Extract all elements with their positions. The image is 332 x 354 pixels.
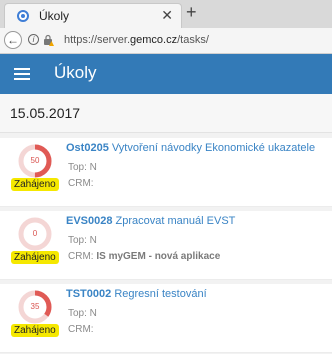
info-icon[interactable]: i bbox=[28, 34, 39, 45]
url-field[interactable]: https://server.gemco.cz/tasks/ bbox=[64, 34, 209, 46]
progress-ring: 50 bbox=[18, 144, 52, 178]
progress-value: 50 bbox=[30, 156, 40, 165]
task-title-link[interactable]: TST0002 Regresní testování bbox=[66, 288, 207, 300]
crm-label: CRM: bbox=[68, 178, 94, 189]
task-name: Regresní testování bbox=[114, 288, 207, 300]
task-item[interactable]: 0 Zahájeno EVS0028 Zpracovat manuál EVST… bbox=[0, 211, 332, 280]
lock-warning-icon[interactable] bbox=[43, 34, 54, 46]
task-code: TST0002 bbox=[66, 288, 112, 300]
task-title-link[interactable]: EVS0028 Zpracovat manuál EVST bbox=[66, 215, 235, 227]
tab-title: Úkoly bbox=[39, 9, 70, 23]
task-top-flag: Top: N bbox=[68, 162, 97, 173]
task-top-flag: Top: N bbox=[68, 235, 97, 246]
browser-tab-strip: Úkoly ✕ + bbox=[0, 0, 332, 28]
url-path: /tasks/ bbox=[177, 34, 209, 46]
browser-tab[interactable]: Úkoly ✕ bbox=[4, 3, 182, 28]
crm-value: IS myGEM - nová aplikace bbox=[96, 251, 221, 262]
crm-label: CRM: bbox=[68, 324, 94, 335]
task-code: Ost0205 bbox=[66, 142, 109, 154]
progress-value: 35 bbox=[30, 302, 40, 311]
task-list: 50 Zahájeno Ost0205 Vytvoření návodky Ek… bbox=[0, 132, 332, 353]
task-name: Vytvoření návodky Ekonomické ukazatele bbox=[111, 142, 316, 154]
back-button[interactable]: ← bbox=[4, 31, 22, 49]
task-crm: CRM: bbox=[68, 178, 94, 189]
task-item[interactable]: 50 Zahájeno Ost0205 Vytvoření návodky Ek… bbox=[0, 138, 332, 207]
task-title-link[interactable]: Ost0205 Vytvoření návodky Ekonomické uka… bbox=[66, 142, 315, 154]
app-header: Úkoly bbox=[0, 54, 332, 94]
task-name: Zpracovat manuál EVST bbox=[115, 215, 236, 227]
hamburger-menu-icon[interactable] bbox=[14, 68, 30, 80]
close-tab-icon[interactable]: ✕ bbox=[161, 7, 173, 24]
favicon-icon bbox=[17, 10, 29, 22]
url-prefix: https://server. bbox=[64, 34, 131, 46]
task-code: EVS0028 bbox=[66, 215, 113, 227]
crm-label: CRM: bbox=[68, 251, 94, 262]
task-crm: CRM: bbox=[68, 324, 94, 335]
new-tab-icon[interactable]: + bbox=[186, 2, 197, 23]
status-badge: Zahájeno bbox=[11, 178, 59, 191]
url-host: gemco.cz bbox=[130, 34, 178, 46]
progress-ring: 0 bbox=[18, 217, 52, 251]
status-badge: Zahájeno bbox=[11, 324, 59, 337]
task-crm: CRM: IS myGEM - nová aplikace bbox=[68, 251, 220, 262]
page-title: Úkoly bbox=[54, 63, 97, 82]
progress-value: 0 bbox=[32, 229, 38, 238]
status-badge: Zahájeno bbox=[11, 251, 59, 264]
progress-ring: 35 bbox=[18, 290, 52, 324]
date-header: 15.05.2017 bbox=[0, 94, 332, 133]
task-item[interactable]: 35 Zahájeno TST0002 Regresní testování T… bbox=[0, 284, 332, 353]
date-label: 15.05.2017 bbox=[10, 105, 81, 121]
address-bar: ← i https://server.gemco.cz/tasks/ bbox=[0, 28, 332, 54]
task-top-flag: Top: N bbox=[68, 308, 97, 319]
